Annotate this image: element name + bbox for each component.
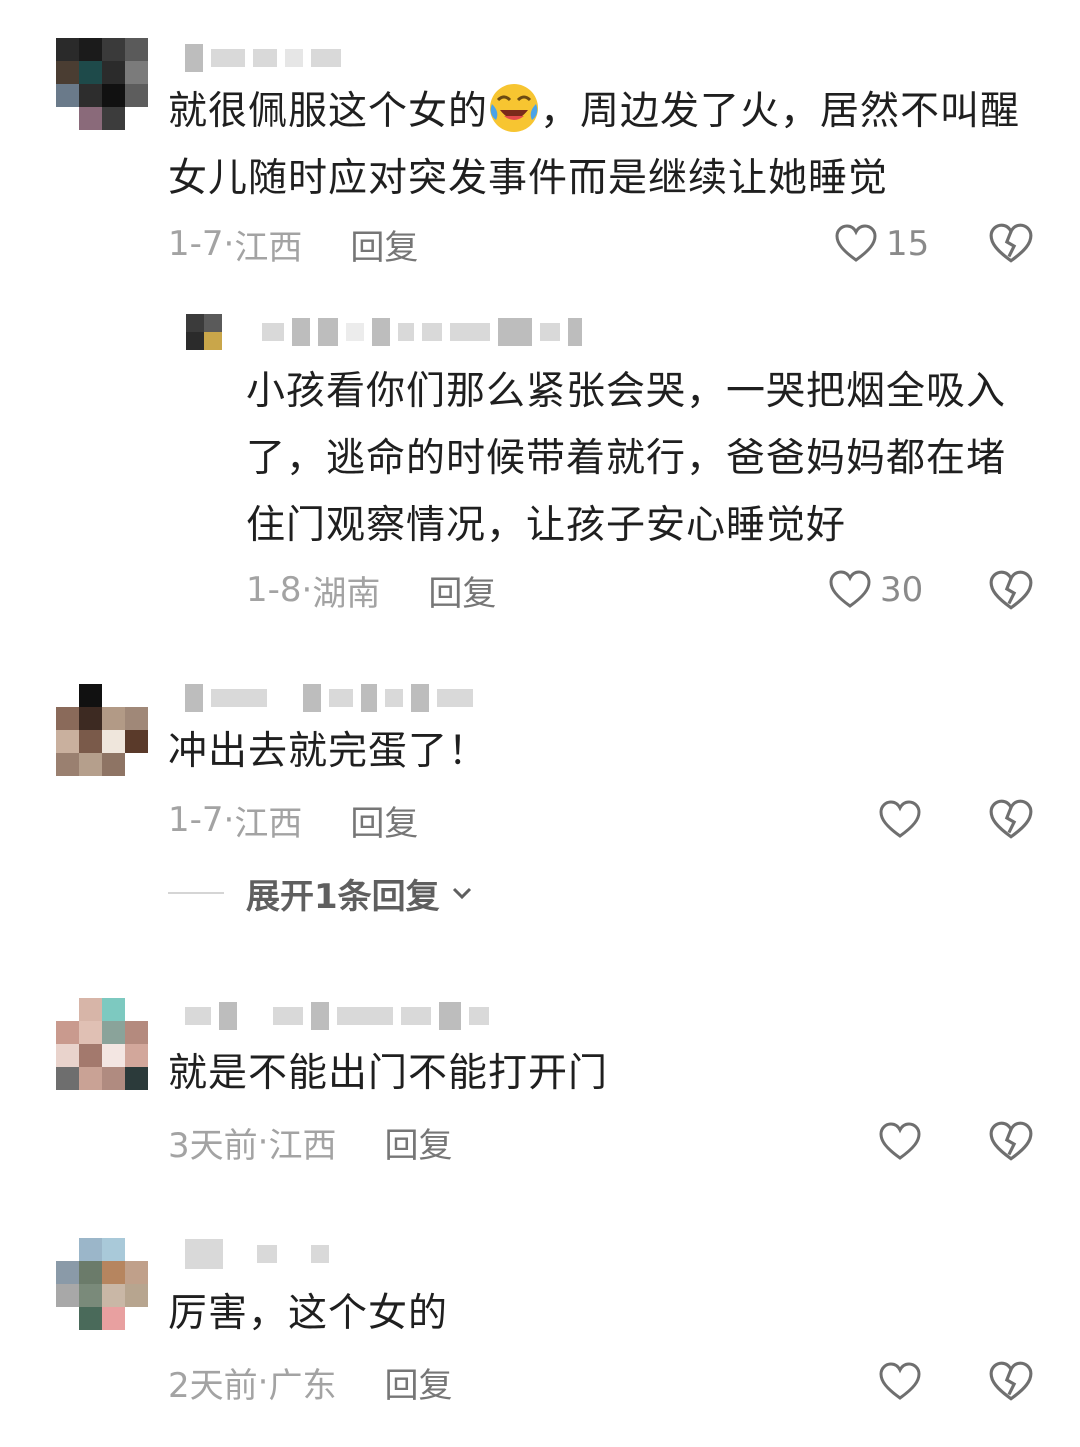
comment-text: 就很佩服这个女的 ，周边发了火，居然不叫醒女儿随时应对突发事件而是继续让她睡觉 <box>168 78 1028 212</box>
chevron-down-icon <box>452 887 471 900</box>
comment-meta: 1-8 · 湖南 回复 <box>246 566 496 615</box>
comment-date: 2天前 <box>168 1365 258 1406</box>
comment-meta: 1-7 · 江西 回复 <box>168 796 418 845</box>
comment-text: 冲出去就完蛋了！ <box>168 729 489 774</box>
comment-text: 就是不能出门不能打开门 <box>168 1051 609 1096</box>
comment-date: 1-8 <box>246 570 302 610</box>
comment-text: 小孩看你们那么紧张会哭，一哭把烟全吸入了，逃命的时候带着就行，爸爸妈妈都在堵住门… <box>246 369 1007 548</box>
reply-button[interactable]: 回复 <box>350 796 418 845</box>
broken-heart-icon[interactable] <box>988 1359 1034 1405</box>
dot-separator: · <box>223 800 235 840</box>
like-button[interactable] <box>878 1358 922 1406</box>
reply-button[interactable]: 回复 <box>384 1358 452 1407</box>
avatar[interactable] <box>186 314 222 350</box>
comment-text: 厉害，这个女的 <box>168 1291 449 1336</box>
comment-item: 冲出去就完蛋了！ 1-7 · 江西 回复 展开1条回复 <box>0 660 1080 950</box>
comment-location: 江西 <box>268 1125 337 1166</box>
username-blurred[interactable] <box>262 312 582 352</box>
heart-outline-icon <box>835 224 877 262</box>
dot-separator: · <box>257 1362 269 1402</box>
comment-meta: 1-7 · 江西 回复 <box>168 220 418 269</box>
broken-heart-icon[interactable] <box>988 1119 1034 1165</box>
avatar[interactable] <box>56 998 148 1090</box>
reply-button[interactable]: 回复 <box>350 220 418 269</box>
comment-location: 湖南 <box>312 573 381 614</box>
username-blurred[interactable] <box>185 996 489 1036</box>
comment-item: 就很佩服这个女的 ，周边发了火，居然不叫醒女儿随时应对突发事件而是继续让她睡觉 1… <box>0 0 1080 290</box>
like-count: 15 <box>886 224 930 264</box>
like-count: 30 <box>880 570 924 610</box>
heart-outline-icon <box>829 570 871 608</box>
comment-location: 江西 <box>234 227 303 268</box>
like-button[interactable]: 15 <box>834 220 929 268</box>
reply-button[interactable]: 回复 <box>428 566 496 615</box>
heart-outline-icon <box>879 800 921 838</box>
heart-outline-icon <box>879 1122 921 1160</box>
comment-meta: 3天前 · 江西 回复 <box>168 1118 452 1167</box>
comment-date: 1-7 <box>168 224 224 264</box>
username-blurred[interactable] <box>185 678 473 718</box>
broken-heart-icon[interactable] <box>988 797 1034 843</box>
avatar[interactable] <box>56 1238 148 1330</box>
avatar[interactable] <box>56 38 148 130</box>
like-button[interactable] <box>878 796 922 844</box>
broken-heart-icon[interactable] <box>988 568 1034 614</box>
comment-location: 广东 <box>268 1365 337 1406</box>
expand-replies-button[interactable]: 展开1条回复 <box>168 870 476 917</box>
comment-item: 就是不能出门不能打开门 3天前 · 江西 回复 <box>0 980 1080 1200</box>
divider-line <box>168 892 224 894</box>
comment-location: 江西 <box>234 803 303 844</box>
crying-laughing-emoji-icon <box>490 84 539 132</box>
comment-date: 1-7 <box>168 800 224 840</box>
expand-replies-label: 展开1条回复 <box>246 876 440 917</box>
avatar[interactable] <box>56 684 148 776</box>
like-button[interactable] <box>878 1118 922 1166</box>
comment-meta: 2天前 · 广东 回复 <box>168 1358 452 1407</box>
like-button[interactable]: 30 <box>828 566 923 614</box>
dot-separator: · <box>223 224 235 264</box>
comment-item: 厉害，这个女的 2天前 · 广东 回复 <box>0 1222 1080 1447</box>
reply-item: 小孩看你们那么紧张会哭，一哭把烟全吸入了，逃命的时候带着就行，爸爸妈妈都在堵住门… <box>0 290 1080 640</box>
broken-heart-icon[interactable] <box>988 221 1034 267</box>
username-blurred[interactable] <box>185 38 341 78</box>
username-blurred[interactable] <box>185 1234 329 1274</box>
dot-separator: · <box>257 1122 269 1162</box>
dot-separator: · <box>301 570 313 610</box>
reply-button[interactable]: 回复 <box>384 1118 452 1167</box>
comment-date: 3天前 <box>168 1125 258 1166</box>
heart-outline-icon <box>879 1362 921 1400</box>
